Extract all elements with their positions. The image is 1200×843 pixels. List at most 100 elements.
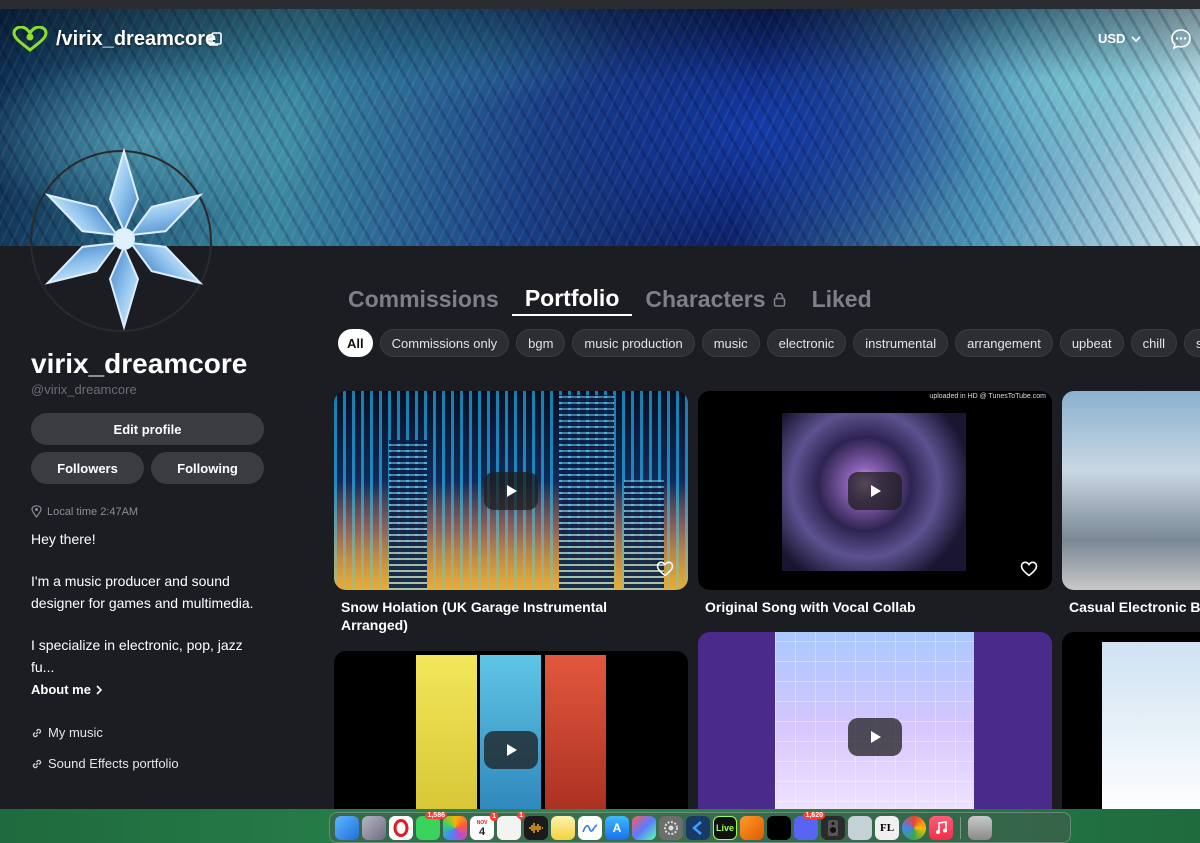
copy-icon[interactable] [207, 31, 223, 47]
messages-icon[interactable]: 1,586 [416, 811, 447, 840]
followers-button[interactable]: Followers [31, 452, 144, 484]
about-me-label: About me [31, 682, 91, 697]
portfolio-card-anime-trio[interactable] [334, 651, 688, 821]
ableton-live-label: Live [715, 822, 734, 833]
notes-icon[interactable] [551, 815, 575, 840]
link-icon [32, 728, 42, 737]
link-icon [32, 759, 42, 768]
play-icon [871, 730, 881, 743]
app-icon[interactable] [767, 815, 791, 840]
play-button[interactable] [484, 471, 538, 510]
notification-badge: 1,586 [425, 811, 447, 819]
filter-chip-electronic[interactable]: electronic [766, 329, 847, 357]
screen: /virix_dreamcore USD virix_dreamcore @vi… [0, 0, 1200, 843]
audio-waveform-icon[interactable] [524, 815, 548, 840]
chevron-down-icon [1131, 35, 1142, 42]
filter-chip-music[interactable]: music [701, 329, 760, 357]
tab-liked[interactable]: Liked [799, 278, 885, 316]
ableton-live-icon[interactable]: Live [713, 815, 737, 840]
sound-effects-portfolio-label: Sound Effects portfolio [48, 756, 179, 771]
macos-dock: 1,586 NOV 4 1 1 A Live 1,620 FL [329, 811, 1071, 843]
filter-chip-commissions-only[interactable]: Commissions only [379, 329, 510, 357]
calendar-day: 4 [478, 825, 486, 838]
filter-chip-chill[interactable]: chill [1130, 329, 1177, 357]
music-app-icon[interactable] [929, 815, 953, 840]
preview-icon[interactable] [848, 815, 872, 840]
my-music-link[interactable]: My music [31, 725, 103, 740]
tab-commissions-label: Commissions [348, 285, 499, 312]
avatar[interactable] [30, 147, 212, 332]
chevron-right-icon [96, 684, 103, 695]
portfolio-card-casual-electronic[interactable] [1062, 391, 1200, 590]
portfolio-card-original-song[interactable]: uploaded in HD @ TunesToTube.com [698, 391, 1052, 590]
currency-label: USD [1098, 31, 1126, 46]
filter-chip-arrangement[interactable]: arrangement [955, 329, 1053, 357]
about-me-link[interactable]: About me [31, 682, 103, 697]
filter-chip-music-production[interactable]: music production [572, 329, 695, 357]
play-icon [507, 484, 517, 497]
fl-app-icon[interactable]: FL [875, 815, 899, 840]
bio-greeting: Hey there! [31, 531, 96, 547]
filter-chip-bgm[interactable]: bgm [516, 329, 566, 357]
portfolio-card-winter-scene[interactable] [1062, 632, 1200, 822]
bio-intro: I'm a music producer and sound designer … [31, 573, 254, 611]
app-store-icon[interactable]: A [605, 815, 629, 840]
tab-characters[interactable]: Characters [632, 278, 798, 316]
dock-divider [960, 816, 961, 839]
snowflake-avatar-icon [44, 147, 204, 331]
currency-selector[interactable]: USD [1098, 31, 1142, 46]
page-handle-title: /virix_dreamcore [56, 28, 217, 50]
play-button[interactable] [484, 730, 538, 769]
browser-top-strip [0, 0, 1200, 9]
fl-studio-icon[interactable] [740, 815, 764, 840]
heart-icon[interactable] [1020, 560, 1038, 578]
finder-icon[interactable] [335, 815, 359, 840]
play-icon [871, 484, 881, 497]
photos-icon[interactable] [443, 815, 467, 840]
site-logo-icon[interactable] [12, 26, 48, 52]
portfolio-card-title[interactable]: Snow Holation (UK Garage Instrumental Ar… [341, 598, 661, 634]
profile-handle: @virix_dreamcore [31, 382, 137, 397]
lock-icon [773, 292, 785, 307]
davinci-resolve-icon[interactable] [632, 815, 656, 840]
discord-icon[interactable]: 1,620 [794, 811, 825, 840]
heart-icon[interactable] [656, 560, 674, 578]
filter-chips: All Commissions only bgm music productio… [338, 329, 1200, 357]
sound-effects-portfolio-link[interactable]: Sound Effects portfolio [31, 756, 179, 771]
chat-icon[interactable] [1170, 28, 1192, 50]
portfolio-card-title[interactable]: Original Song with Vocal Collab [705, 598, 1035, 616]
portfolio-card-snow-holation[interactable] [334, 391, 688, 590]
portfolio-card-grid-art[interactable] [698, 632, 1052, 822]
tab-characters-label: Characters [645, 285, 766, 312]
following-button[interactable]: Following [151, 452, 264, 484]
freeform-icon[interactable] [578, 815, 602, 840]
my-music-label: My music [48, 725, 103, 740]
tab-commissions[interactable]: Commissions [335, 278, 512, 316]
system-settings-icon[interactable] [659, 815, 683, 840]
location-pin-icon [31, 505, 42, 518]
profile-name: virix_dreamcore [31, 348, 248, 379]
bio-specialty: I specialize in electronic, pop, jazz fu… [31, 637, 243, 675]
filter-chip-strings[interactable]: stri [1183, 329, 1200, 357]
play-button[interactable] [848, 717, 902, 756]
portfolio-card-title[interactable]: Casual Electronic B [1069, 598, 1200, 616]
play-button[interactable] [848, 471, 902, 510]
filter-chip-upbeat[interactable]: upbeat [1059, 329, 1124, 357]
notification-badge: 1,620 [803, 811, 825, 819]
filter-chip-instrumental[interactable]: instrumental [853, 329, 949, 357]
local-time: Local time 2:47AM [31, 505, 138, 518]
chrome-icon[interactable] [902, 815, 926, 840]
filter-chip-all[interactable]: All [338, 329, 373, 357]
edit-profile-button[interactable]: Edit profile [31, 413, 264, 445]
launchpad-icon[interactable] [362, 815, 386, 840]
tab-liked-label: Liked [811, 285, 872, 312]
opera-icon[interactable] [389, 815, 413, 840]
tab-portfolio[interactable]: Portfolio [511, 278, 633, 316]
reminders-icon[interactable]: 1 [497, 811, 525, 840]
trash-icon[interactable] [968, 815, 992, 840]
cubase-icon[interactable] [686, 815, 710, 840]
calendar-icon[interactable]: NOV 4 1 [470, 811, 498, 840]
play-icon [507, 743, 517, 756]
speaker-icon[interactable] [821, 815, 845, 840]
notification-badge: 1 [517, 811, 525, 819]
